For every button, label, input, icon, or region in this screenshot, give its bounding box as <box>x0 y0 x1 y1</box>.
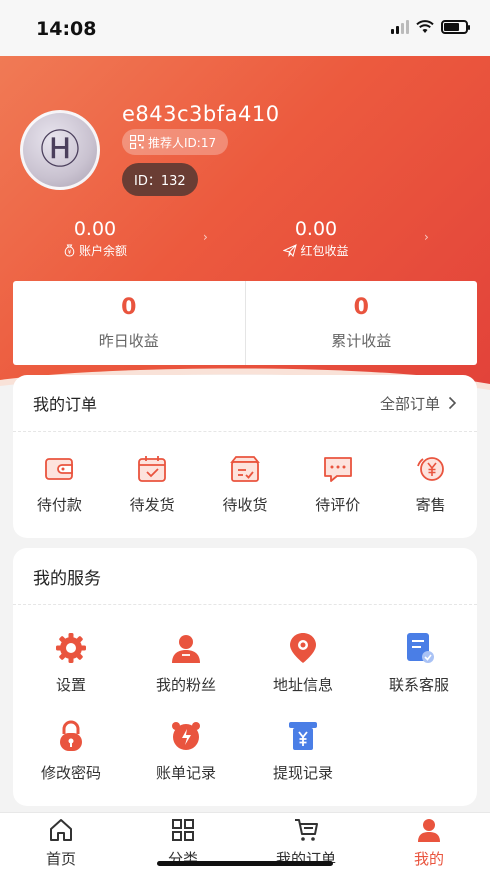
service-customer-support-label: 联系客服 <box>388 676 449 694</box>
service-customer-support[interactable]: 联系客服 <box>364 631 474 695</box>
location-pin-icon <box>290 633 316 663</box>
service-withdraw-records[interactable]: 提现记录 <box>248 719 358 783</box>
bottom-tab-bar: 首页 分类 我的订单 我的 <box>0 812 490 876</box>
document-icon <box>407 633 434 663</box>
service-change-password-label: 修改密码 <box>40 764 101 782</box>
withdraw-icon <box>289 722 317 750</box>
qr-code-icon <box>130 135 144 149</box>
red-packet-label: 红包收益 <box>300 244 349 258</box>
battery-icon <box>441 20 470 34</box>
all-orders-link[interactable]: 全部订单 <box>380 393 457 414</box>
alarm-clock-icon <box>172 722 200 750</box>
gear-icon <box>56 633 86 663</box>
referrer-label: 推荐人ID:17 <box>148 135 217 150</box>
home-icon <box>50 819 72 841</box>
red-packet-stat[interactable]: 0.00 红包收益 <box>216 218 416 259</box>
chevron-right-icon <box>448 396 457 410</box>
status-bar: 14:08 <box>0 0 490 56</box>
service-fans[interactable]: 我的粉丝 <box>131 631 241 695</box>
grid-icon <box>172 819 194 841</box>
yesterday-earnings[interactable]: 0 昨日收益 <box>13 281 245 365</box>
lock-icon <box>60 720 82 751</box>
order-consignment[interactable]: 寄售 <box>391 452 471 515</box>
username: e843c3bfa410 <box>122 102 280 126</box>
calendar-icon <box>138 456 167 482</box>
order-pending-shipment-label: 待发货 <box>129 496 175 514</box>
service-fans-label: 我的粉丝 <box>155 676 216 694</box>
wallet-icon <box>45 458 74 480</box>
home-indicator <box>157 861 333 866</box>
order-pending-shipment[interactable]: 待发货 <box>112 452 192 515</box>
red-packet-chevron-icon: › <box>424 230 429 244</box>
order-pending-review[interactable]: 待评价 <box>298 452 378 515</box>
money-bag-icon: ¥ <box>64 244 75 257</box>
referrer-badge: 推荐人ID:17 <box>122 129 229 155</box>
total-earnings[interactable]: 0 累计收益 <box>244 281 478 365</box>
total-earnings-label: 累计收益 <box>331 332 392 350</box>
status-time: 14:08 <box>36 18 97 40</box>
user-icon <box>172 635 200 663</box>
order-pending-payment[interactable]: 待付款 <box>19 452 99 515</box>
balance-chevron-icon: › <box>203 230 208 244</box>
services-title: 我的服务 <box>13 548 477 605</box>
svg-text:¥: ¥ <box>68 249 72 256</box>
service-withdraw-records-label: 提现记录 <box>272 764 333 782</box>
service-address-label: 地址信息 <box>272 676 333 694</box>
red-packet-value: 0.00 <box>294 218 338 240</box>
tab-me[interactable]: 我的 <box>379 817 479 869</box>
avatar[interactable]: Ⓗ <box>20 110 100 190</box>
balance-value: 0.00 <box>73 218 117 240</box>
paper-plane-icon <box>283 244 298 257</box>
orders-title: 我的订单 <box>33 395 98 414</box>
total-earnings-value: 0 <box>353 295 369 320</box>
yen-refresh-icon <box>416 457 444 481</box>
box-icon <box>230 456 260 482</box>
tab-home-label: 首页 <box>45 850 76 868</box>
user-id-badge: ID：132 <box>122 163 198 196</box>
status-icons <box>391 20 470 34</box>
tab-me-label: 我的 <box>413 850 444 868</box>
service-change-password[interactable]: 修改密码 <box>16 719 126 783</box>
service-address[interactable]: 地址信息 <box>248 631 358 695</box>
signal-icon <box>391 20 409 34</box>
avatar-logo-icon: Ⓗ <box>40 127 80 173</box>
order-pending-review-label: 待评价 <box>315 496 361 514</box>
order-pending-payment-label: 待付款 <box>36 496 82 514</box>
cart-icon <box>295 819 318 841</box>
comment-icon <box>323 457 352 482</box>
all-orders-label: 全部订单 <box>379 394 440 413</box>
yesterday-earnings-value: 0 <box>121 295 137 320</box>
service-bill-records[interactable]: 账单记录 <box>131 719 241 783</box>
service-bill-records-label: 账单记录 <box>155 764 216 782</box>
yesterday-earnings-label: 昨日收益 <box>98 332 159 350</box>
orders-card: 我的订单 全部订单 待付款 待发货 待收货 待评价 寄售 <box>13 375 477 538</box>
service-settings-label: 设置 <box>55 676 86 694</box>
wifi-icon <box>416 20 434 33</box>
balance-label: 账户余额 <box>78 244 127 258</box>
tab-home[interactable]: 首页 <box>11 817 111 869</box>
order-pending-receipt[interactable]: 待收货 <box>205 452 285 515</box>
person-icon <box>418 819 440 842</box>
order-consignment-label: 寄售 <box>415 496 446 514</box>
service-settings[interactable]: 设置 <box>16 631 126 695</box>
services-card: 我的服务 设置 我的粉丝 地址信息 联系客服 修改密码 账单记录 提现记录 <box>13 548 477 806</box>
earnings-card: 0 昨日收益 0 累计收益 <box>13 281 477 365</box>
order-pending-receipt-label: 待收货 <box>222 496 268 514</box>
balance-stat[interactable]: 0.00 ¥ 账户余额 <box>0 218 195 259</box>
